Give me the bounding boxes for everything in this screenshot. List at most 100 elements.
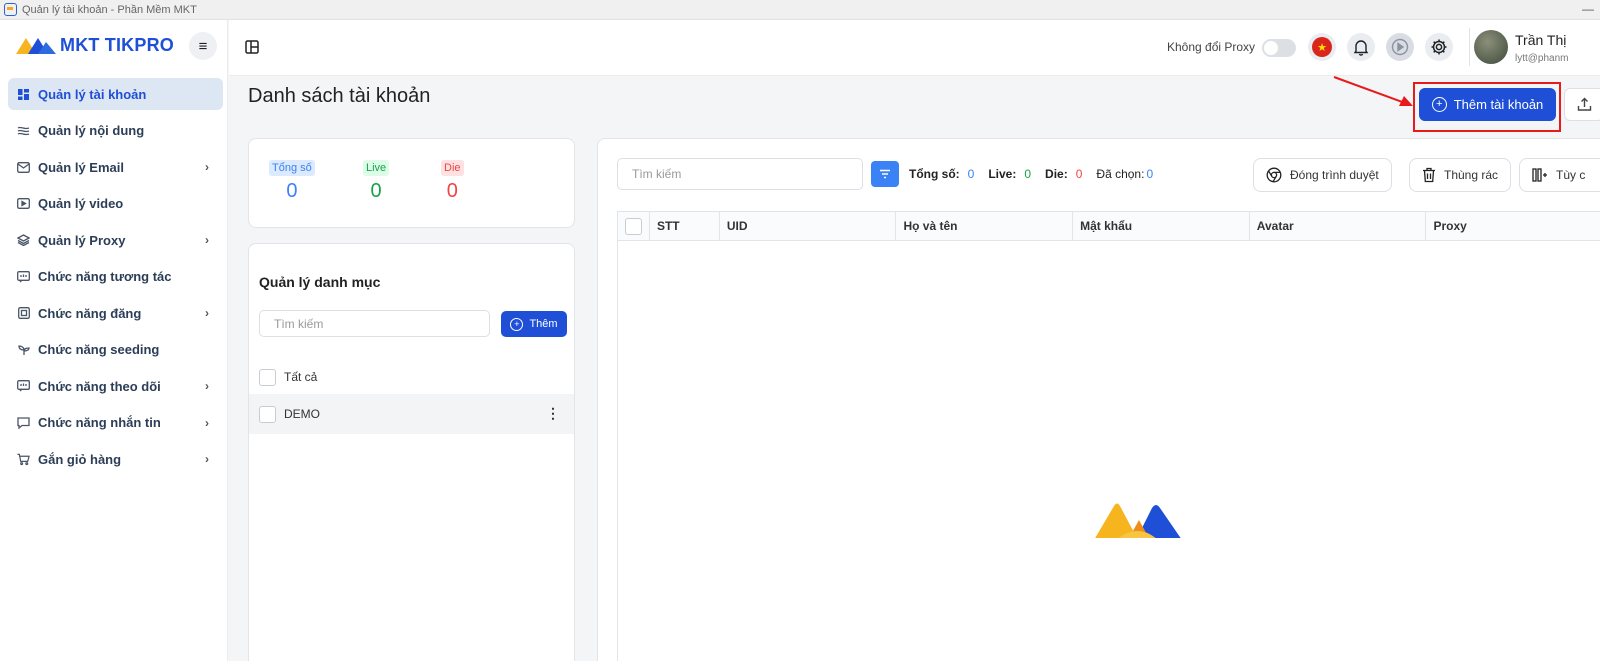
language-button[interactable]: ★ bbox=[1308, 33, 1336, 61]
add-category-button[interactable]: + Thêm bbox=[501, 311, 567, 337]
filter-button[interactable] bbox=[871, 161, 899, 187]
export-button[interactable] bbox=[1564, 88, 1600, 121]
account-search-input[interactable]: Tìm kiếm bbox=[617, 158, 863, 190]
upload-icon bbox=[1577, 97, 1591, 111]
account-stats-card: Tổng số 0 Live 0 Die 0 bbox=[248, 138, 575, 228]
hamburger-icon: ≡ bbox=[198, 37, 208, 55]
minimize-button[interactable]: — bbox=[1582, 2, 1594, 16]
table-body-empty bbox=[617, 241, 1600, 661]
interact-icon bbox=[17, 270, 30, 283]
filter-icon bbox=[880, 169, 890, 179]
checkbox[interactable] bbox=[259, 405, 276, 423]
accounts-table-panel: Tìm kiếm Tổng số: 0 Live: 0 Die: 0 Đã ch… bbox=[597, 138, 1600, 661]
select-all-cell bbox=[618, 212, 650, 240]
column-header-fullname[interactable]: Họ và tên bbox=[896, 212, 1074, 240]
play-button[interactable] bbox=[1386, 33, 1414, 61]
page-title: Danh sách tài khoản bbox=[248, 85, 431, 107]
sidebar-item-interact[interactable]: Chức năng tương tác bbox=[8, 261, 223, 293]
trash-button[interactable]: Thùng rác bbox=[1409, 158, 1512, 192]
category-label: DEMO bbox=[284, 407, 320, 421]
dashboard-icon bbox=[17, 88, 30, 101]
count-die-label: Die: bbox=[1045, 167, 1068, 181]
play-circle-icon bbox=[1391, 38, 1409, 56]
mail-icon bbox=[17, 161, 30, 174]
vietnam-flag-icon: ★ bbox=[1312, 37, 1332, 57]
table-header: STT UID Họ và tên Mật khẩu Avatar Proxy bbox=[617, 211, 1600, 241]
sidebar-item-label: Quản lý Email bbox=[38, 159, 124, 175]
count-selected-value: 0 bbox=[1146, 167, 1154, 181]
video-icon bbox=[17, 197, 30, 210]
category-row-demo[interactable]: DEMO ⋮ bbox=[249, 394, 574, 434]
stat-total-label: Tổng số bbox=[269, 160, 315, 176]
customize-columns-button[interactable]: Tùy c bbox=[1519, 158, 1600, 192]
user-name: Trần Thị bbox=[1515, 32, 1567, 48]
user-avatar[interactable] bbox=[1474, 30, 1508, 64]
category-panel: Quản lý danh mục Tìm kiếm + Thêm Tất cả … bbox=[248, 243, 575, 661]
column-header-proxy[interactable]: Proxy bbox=[1426, 212, 1600, 240]
sidebar-item-email[interactable]: Quản lý Email › bbox=[8, 151, 223, 183]
brand-logo[interactable]: MKT TIKPRO bbox=[14, 34, 174, 56]
account-counts: Tổng số: 0 Live: 0 Die: 0 Đã chọn: 0 bbox=[909, 167, 1167, 181]
plus-circle-icon: + bbox=[510, 317, 524, 331]
count-die-value: 0 bbox=[1075, 167, 1083, 181]
window-title: Quản lý tài khoản - Phần Mềm MKT bbox=[22, 3, 197, 16]
settings-button[interactable] bbox=[1425, 33, 1453, 61]
stat-total-value: 0 bbox=[286, 180, 298, 202]
sidebar-item-label: Quản lý nội dung bbox=[38, 123, 145, 138]
sidebar-item-label: Quản lý video bbox=[38, 196, 124, 211]
category-panel-title: Quản lý danh mục bbox=[259, 274, 381, 290]
sidebar-item-cart[interactable]: Gắn giỏ hàng › bbox=[8, 443, 223, 475]
trash-label: Thùng rác bbox=[1444, 168, 1499, 182]
column-header-stt[interactable]: STT bbox=[650, 212, 720, 240]
chrome-icon bbox=[1266, 167, 1282, 183]
layers-icon bbox=[17, 234, 30, 247]
sidebar-item-seeding[interactable]: Chức năng seeding bbox=[8, 334, 223, 366]
count-total-value: 0 bbox=[967, 167, 975, 181]
count-total-label: Tổng số: bbox=[909, 167, 960, 181]
sidebar-item-follow[interactable]: Chức năng theo dõi › bbox=[8, 370, 223, 402]
count-selected-label: Đã chọn: bbox=[1096, 167, 1145, 181]
customize-columns-label: Tùy c bbox=[1556, 168, 1586, 182]
stat-total: Tổng số 0 bbox=[269, 159, 315, 203]
column-header-avatar[interactable]: Avatar bbox=[1250, 212, 1427, 240]
sidebar-item-content[interactable]: Quản lý nội dung bbox=[8, 115, 223, 147]
layout-toggle-icon[interactable] bbox=[245, 40, 259, 57]
sidebar-item-message[interactable]: Chức năng nhắn tin › bbox=[8, 407, 223, 439]
sidebar-item-label: Chức năng theo dõi bbox=[38, 378, 161, 394]
sidebar-item-video[interactable]: Quản lý video bbox=[8, 188, 223, 220]
message-icon bbox=[17, 416, 30, 429]
proxy-toggle-label: Không đổi Proxy bbox=[1167, 40, 1256, 54]
stat-die-label: Die bbox=[441, 160, 464, 176]
stat-live-value: 0 bbox=[370, 180, 382, 202]
post-icon bbox=[17, 307, 30, 320]
sidebar: MKT TIKPRO ≡ Quản lý tài khoản Quản lý n… bbox=[0, 20, 228, 661]
bell-icon bbox=[1353, 39, 1369, 56]
stat-live: Live 0 bbox=[363, 159, 390, 203]
checkbox[interactable] bbox=[259, 368, 276, 386]
chevron-right-icon: › bbox=[205, 379, 209, 393]
sprout-icon bbox=[17, 343, 30, 356]
cart-icon bbox=[17, 453, 30, 466]
annotation-arrow bbox=[1333, 76, 1413, 106]
category-row-all[interactable]: Tất cả bbox=[249, 357, 574, 397]
category-search-input[interactable]: Tìm kiếm bbox=[259, 310, 490, 337]
chevron-right-icon: › bbox=[205, 452, 209, 466]
notifications-button[interactable] bbox=[1347, 33, 1375, 61]
content-icon bbox=[17, 124, 30, 137]
column-header-password[interactable]: Mật khẩu bbox=[1073, 212, 1250, 240]
sidebar-item-post[interactable]: Chức năng đăng › bbox=[8, 297, 223, 329]
sidebar-item-proxy[interactable]: Quản lý Proxy › bbox=[8, 224, 223, 256]
sidebar-item-label: Chức năng seeding bbox=[38, 342, 160, 357]
menu-toggle-button[interactable]: ≡ bbox=[189, 32, 217, 60]
add-account-button[interactable]: + Thêm tài khoản bbox=[1419, 88, 1556, 121]
sidebar-nav: Quản lý tài khoản Quản lý nội dung Quản … bbox=[8, 78, 223, 480]
column-header-uid[interactable]: UID bbox=[720, 212, 897, 240]
more-options-icon[interactable]: ⋮ bbox=[546, 405, 560, 422]
proxy-toggle[interactable] bbox=[1262, 39, 1296, 57]
close-browser-button[interactable]: Đóng trình duyệt bbox=[1253, 158, 1392, 192]
sidebar-item-label: Gắn giỏ hàng bbox=[38, 451, 122, 467]
count-live-label: Live: bbox=[988, 167, 1017, 181]
user-email: lytt@phanm bbox=[1515, 53, 1569, 64]
select-all-checkbox[interactable] bbox=[624, 217, 642, 235]
sidebar-item-accounts[interactable]: Quản lý tài khoản bbox=[8, 78, 223, 110]
